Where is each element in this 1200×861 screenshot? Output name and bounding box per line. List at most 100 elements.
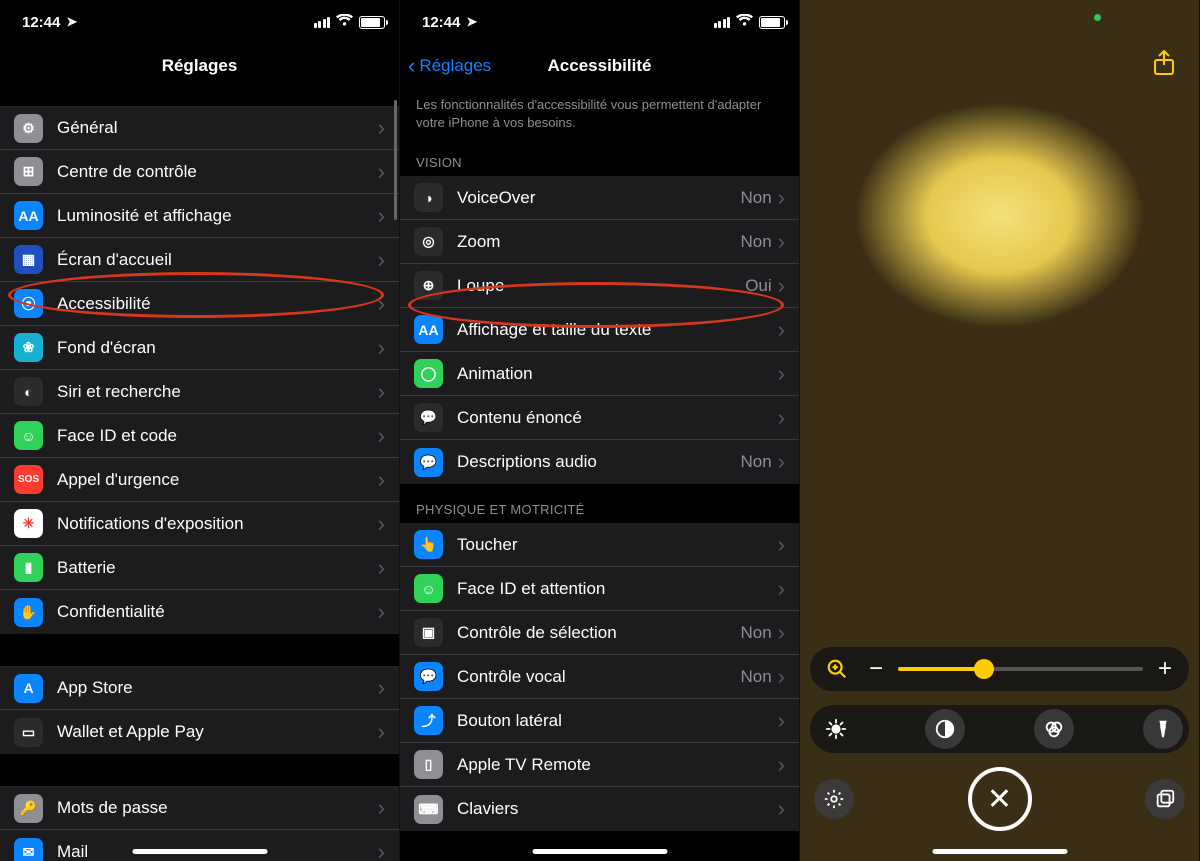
battery-icon (359, 16, 385, 29)
row-label: Notifications d'exposition (57, 514, 378, 534)
settings-row[interactable]: ✳︎Notifications d'exposition› (0, 502, 399, 546)
zoom-icon (820, 652, 854, 686)
settings-row[interactable]: 💬Contenu énoncé› (400, 396, 799, 440)
settings-row[interactable]: 💬Descriptions audioNon› (400, 440, 799, 484)
scrollbar[interactable] (394, 100, 397, 220)
settings-row[interactable]: ☺︎Face ID et attention› (400, 567, 799, 611)
settings-row[interactable]: AALuminosité et affichage› (0, 194, 399, 238)
settings-row[interactable]: ⊕LoupeOui› (400, 264, 799, 308)
settings-row[interactable]: ▣Contrôle de sélectionNon› (400, 611, 799, 655)
settings-row[interactable]: ⌨︎Claviers› (400, 787, 799, 831)
navbar: ‹ Réglages Accessibilité (400, 44, 799, 88)
settings-row[interactable]: ▮Batterie› (0, 546, 399, 590)
zoom-slider[interactable] (898, 667, 1143, 671)
vision-list: ◑VoiceOverNon›◎ZoomNon›⊕LoupeOui›AAAffic… (400, 176, 799, 484)
control-center-icon: ⊞ (14, 157, 43, 186)
spoken-icon: 💬 (414, 403, 443, 432)
multi-capture-button[interactable] (1145, 779, 1185, 819)
row-label: Appel d'urgence (57, 470, 378, 490)
share-button[interactable] (1147, 46, 1181, 80)
chevron-right-icon: › (378, 721, 385, 743)
status-bar: 12:44 ➤ (0, 0, 399, 44)
motion-icon: ◯ (414, 359, 443, 388)
wifi-icon (336, 14, 353, 31)
settings-row[interactable]: ⚙︎Général› (0, 106, 399, 150)
home-indicator[interactable] (132, 849, 267, 854)
row-label: Fond d'écran (57, 338, 378, 358)
settings-row[interactable]: 💬Contrôle vocalNon› (400, 655, 799, 699)
back-label: Réglages (419, 56, 491, 76)
row-label: Toucher (457, 535, 778, 555)
zoom-icon: ◎ (414, 227, 443, 256)
home-indicator[interactable] (932, 849, 1067, 854)
status-time: 12:44 (22, 14, 60, 31)
chevron-right-icon: › (778, 231, 785, 253)
settings-row[interactable]: ▯Apple TV Remote› (400, 743, 799, 787)
chevron-right-icon: › (378, 293, 385, 315)
switch-control-icon: ▣ (414, 618, 443, 647)
row-label: Animation (457, 364, 778, 384)
flashlight-button[interactable] (1143, 709, 1183, 749)
row-value: Non (740, 667, 771, 687)
privacy-icon: ✋ (14, 598, 43, 627)
row-label: VoiceOver (457, 188, 740, 208)
settings-row[interactable]: ◑VoiceOverNon› (400, 176, 799, 220)
cell-signal-icon (314, 16, 331, 28)
passwords-icon: 🔑 (14, 794, 43, 823)
settings-row[interactable]: ◎ZoomNon› (400, 220, 799, 264)
row-label: Général (57, 118, 378, 138)
chevron-right-icon: › (778, 534, 785, 556)
audiodesc-icon: 💬 (414, 448, 443, 477)
row-value: Non (740, 188, 771, 208)
bottom-row: ✕ (810, 767, 1189, 831)
row-label: Siri et recherche (57, 382, 378, 402)
row-label: Face ID et code (57, 426, 378, 446)
chevron-right-icon: › (778, 666, 785, 688)
chevron-right-icon: › (378, 601, 385, 623)
chevron-right-icon: › (778, 275, 785, 297)
settings-row[interactable]: ✋Confidentialité› (0, 590, 399, 634)
settings-row[interactable]: ▭Wallet et Apple Pay› (0, 710, 399, 754)
close-capture-button[interactable]: ✕ (968, 767, 1032, 831)
voice-control-icon: 💬 (414, 662, 443, 691)
filters-button[interactable] (1034, 709, 1074, 749)
settings-row[interactable]: ⤴︎Bouton latéral› (400, 699, 799, 743)
wifi-icon (736, 14, 753, 31)
chevron-right-icon: › (778, 578, 785, 600)
settings-list-group2: AApp Store›▭Wallet et Apple Pay› (0, 666, 399, 754)
status-time: 12:44 (422, 14, 460, 31)
brightness-button[interactable] (816, 709, 856, 749)
settings-row[interactable]: AAAffichage et taille du texte› (400, 308, 799, 352)
faceid-icon: ☺︎ (14, 421, 43, 450)
filter-row (810, 705, 1189, 753)
chevron-right-icon: › (778, 622, 785, 644)
home-screen-icon: ▦ (14, 245, 43, 274)
settings-row[interactable]: SOSAppel d'urgence› (0, 458, 399, 502)
row-value: Non (740, 232, 771, 252)
magnifier-icon: ⊕ (414, 271, 443, 300)
voiceover-icon: ◑ (414, 183, 443, 212)
settings-row[interactable]: ❀Fond d'écran› (0, 326, 399, 370)
settings-row[interactable]: ◐Siri et recherche› (0, 370, 399, 414)
settings-row[interactable]: ◯Animation› (400, 352, 799, 396)
contrast-button[interactable] (925, 709, 965, 749)
zoom-slider-thumb[interactable] (974, 659, 994, 679)
settings-row[interactable]: ⊞Centre de contrôle› (0, 150, 399, 194)
appstore-icon: A (14, 674, 43, 703)
back-button[interactable]: ‹ Réglages (408, 44, 491, 88)
chevron-right-icon: › (378, 161, 385, 183)
home-indicator[interactable] (532, 849, 667, 854)
settings-row[interactable]: ☺︎Face ID et code› (0, 414, 399, 458)
settings-row[interactable]: ✉︎Mail› (0, 830, 399, 861)
settings-row[interactable]: ⦿Accessibilité› (0, 282, 399, 326)
zoom-out-button[interactable]: − (862, 655, 890, 683)
wallet-icon: ▭ (14, 718, 43, 747)
settings-list: ⚙︎Général›⊞Centre de contrôle›AALuminosi… (0, 106, 399, 634)
settings-row[interactable]: 👆Toucher› (400, 523, 799, 567)
zoom-in-button[interactable]: + (1151, 655, 1179, 683)
settings-row[interactable]: ▦Écran d'accueil› (0, 238, 399, 282)
settings-gear-button[interactable] (814, 779, 854, 819)
settings-row[interactable]: AApp Store› (0, 666, 399, 710)
row-label: Contrôle de sélection (457, 623, 740, 643)
settings-row[interactable]: 🔑Mots de passe› (0, 786, 399, 830)
